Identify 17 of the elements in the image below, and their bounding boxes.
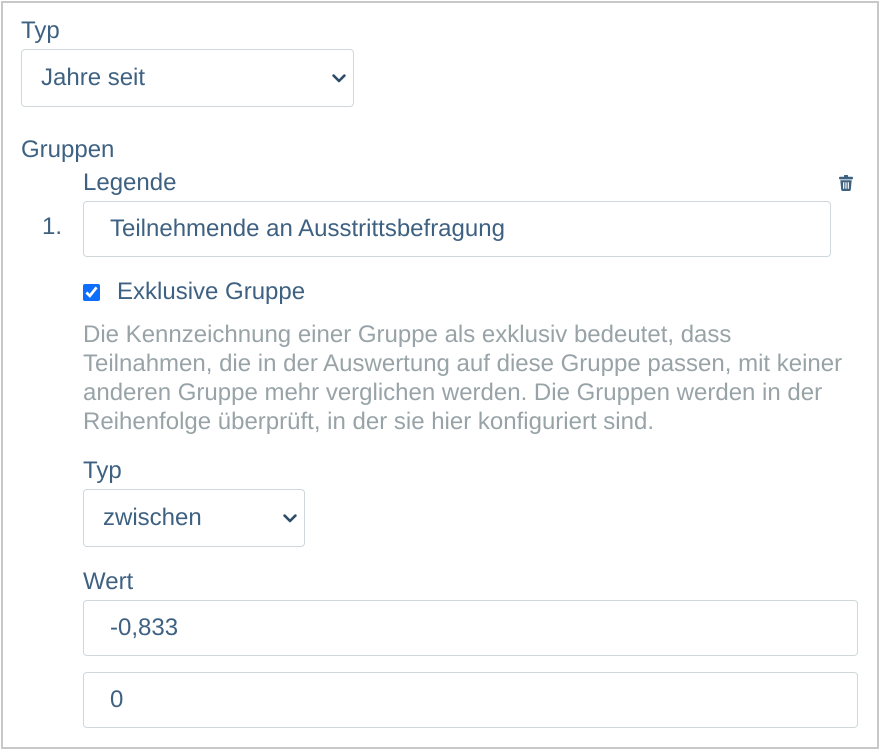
trash-icon[interactable] (839, 175, 853, 191)
legend-input[interactable]: Teilnehmende an Ausstrittsbefragung (83, 201, 831, 257)
field-label: Legende (83, 169, 176, 197)
type-select[interactable]: Jahre seit (21, 49, 354, 107)
field-label: Typ (83, 457, 122, 485)
type-select[interactable]: zwischen (83, 489, 305, 547)
section-label: Gruppen (21, 136, 114, 164)
chevron-icon (332, 74, 346, 82)
value-input[interactable]: -0,833 (83, 600, 858, 656)
list-number: 1. (42, 213, 63, 241)
exclusive-checkbox[interactable] (83, 284, 100, 300)
chevron-icon (283, 514, 297, 522)
field-label: Wert (83, 568, 134, 596)
field-label: Typ (21, 17, 60, 45)
checkbox-label: Exklusive Gruppe (117, 278, 306, 306)
hint-text: Die Kennzeichnung einer Gruppe als exklusiv bedeutet, dass Teilnahmen, die in der Auswertung auf diese Gruppe passen, mit keiner anderen Gruppe mehr verglichen werden. Die Gruppen werden in der Reihenfolge überprüft, in der sie hier konfiguriert sind. (83, 320, 844, 436)
value-input[interactable]: 0 (83, 672, 858, 728)
